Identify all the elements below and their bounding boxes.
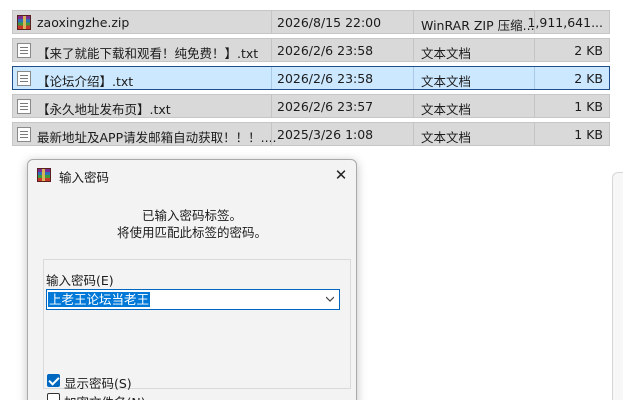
column-separator — [413, 95, 414, 117]
column-separator — [534, 95, 535, 117]
password-value[interactable]: 上老王论坛当老王 — [48, 292, 151, 307]
dialog-titlebar[interactable]: 输入密码 ✕ — [28, 160, 356, 190]
winrar-zip-icon — [17, 15, 31, 30]
column-separator — [413, 67, 414, 89]
file-name: 【论坛介绍】.txt — [37, 74, 134, 89]
file-date: 2026/2/6 23:57 — [277, 99, 374, 114]
column-separator — [271, 67, 272, 89]
file-row-forum-intro-txt[interactable]: 【论坛介绍】.txt 2026/2/6 23:58 文本文档 2 KB — [12, 66, 610, 90]
file-size: 1 KB — [574, 99, 603, 114]
file-row-latest-address-txt[interactable]: 最新地址及APP请发邮箱自动获取！！！.... 2025/3/26 1:08 文… — [12, 122, 610, 146]
text-file-icon — [17, 71, 31, 86]
chevron-down-icon[interactable] — [326, 295, 334, 303]
column-separator — [413, 11, 414, 33]
file-row-free-download-txt[interactable]: 【来了就能下载和观看！纯免费！】.txt 2026/2/6 23:58 文本文档… — [12, 38, 610, 62]
file-type: 文本文档 — [421, 130, 472, 145]
column-separator — [534, 39, 535, 61]
encrypt-filenames-label[interactable]: 加密文件名(N) — [64, 392, 146, 400]
text-file-icon — [17, 43, 31, 58]
file-type: WinRAR ZIP 压缩... — [421, 18, 535, 33]
encrypt-filenames-checkbox[interactable] — [47, 393, 60, 400]
file-date: 2026/8/15 22:00 — [277, 15, 382, 30]
file-row-zaoxingzhe-zip[interactable]: zaoxingzhe.zip 2026/8/15 22:00 WinRAR ZI… — [12, 10, 610, 34]
show-password-checkbox[interactable] — [47, 374, 60, 387]
column-separator — [413, 39, 414, 61]
file-size: 2 KB — [574, 43, 603, 58]
file-type: 文本文档 — [421, 46, 472, 61]
column-separator — [534, 123, 535, 145]
winrar-icon — [37, 168, 51, 182]
file-size: 2 KB — [574, 71, 603, 86]
file-type: 文本文档 — [421, 102, 472, 117]
password-dialog: 输入密码 ✕ 已输入密码标签。 将使用匹配此标签的密码。 输入密码(E) 上老王… — [27, 159, 357, 400]
text-file-icon — [17, 99, 31, 114]
text-file-icon — [17, 127, 31, 142]
dialog-message-line2: 将使用匹配此标签的密码。 — [116, 225, 267, 240]
file-name: zaoxingzhe.zip — [37, 15, 130, 30]
file-name: 【永久地址发布页】.txt — [37, 102, 171, 117]
column-separator — [271, 39, 272, 61]
file-type: 文本文档 — [421, 74, 472, 89]
column-separator — [271, 11, 272, 33]
file-name: 【来了就能下载和观看！纯免费！】.txt — [37, 46, 259, 61]
column-separator — [534, 67, 535, 89]
file-size: 1,911,641... — [527, 15, 603, 30]
file-row-permanent-address-txt[interactable]: 【永久地址发布页】.txt 2026/2/6 23:57 文本文档 1 KB — [12, 94, 610, 118]
file-date: 2026/2/6 23:58 — [277, 43, 374, 58]
background-window-edge — [612, 172, 623, 400]
column-separator — [271, 123, 272, 145]
password-combobox[interactable]: 上老王论坛当老王 — [46, 289, 340, 310]
file-date: 2026/2/6 23:58 — [277, 71, 374, 86]
dialog-title: 输入密码 — [59, 170, 110, 185]
file-date: 2025/3/26 1:08 — [277, 127, 374, 142]
column-separator — [413, 123, 414, 145]
file-size: 1 KB — [574, 127, 603, 142]
column-separator — [271, 95, 272, 117]
close-button[interactable]: ✕ — [328, 162, 354, 188]
password-label: 输入密码(E) — [46, 273, 114, 288]
file-name: 最新地址及APP请发邮箱自动获取！！！.... — [37, 130, 277, 145]
show-password-label[interactable]: 显示密码(S) — [64, 373, 132, 392]
